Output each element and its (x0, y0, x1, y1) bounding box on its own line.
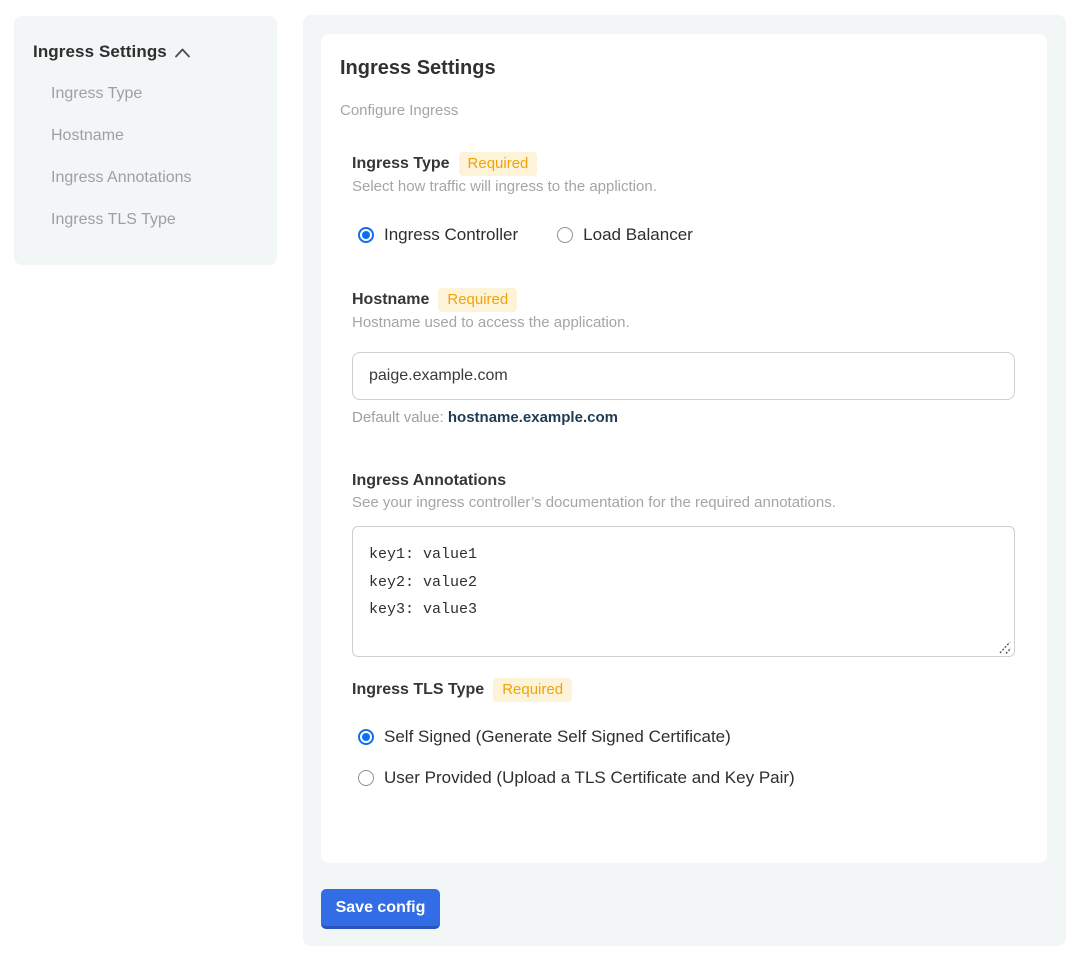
config-nav-sidebar: Ingress Settings Ingress Type Hostname I… (14, 16, 277, 265)
sidebar-item-ingress-type[interactable]: Ingress Type (33, 83, 258, 105)
hostname-label: Hostname (352, 291, 429, 309)
ingress-annotations-label-row: Ingress Annotations (352, 469, 506, 493)
radio-option-label: Ingress Controller (384, 225, 518, 245)
config-main-panel: Ingress Settings Configure Ingress Ingre… (303, 15, 1066, 946)
chevron-up-icon (175, 48, 190, 58)
sidebar-item-hostname[interactable]: Hostname (33, 125, 258, 147)
sidebar-group-title: Ingress Settings (33, 42, 167, 62)
radio-option-ingress-controller[interactable]: Ingress Controller (358, 225, 518, 245)
save-config-button[interactable]: Save config (321, 889, 440, 929)
radio-selected-icon[interactable] (358, 729, 374, 745)
ingress-annotations-label: Ingress Annotations (352, 472, 506, 490)
sidebar-item-ingress-tls-type[interactable]: Ingress TLS Type (33, 209, 258, 231)
ingress-type-radio-group: Ingress Controller Load Balancer (358, 224, 693, 245)
sidebar-item-ingress-annotations[interactable]: Ingress Annotations (33, 167, 258, 189)
default-value-prefix: Default value: (352, 409, 448, 426)
default-value-text: hostname.example.com (448, 409, 618, 426)
radio-option-label: Load Balancer (583, 225, 693, 245)
radio-unselected-icon[interactable] (557, 227, 573, 243)
radio-option-user-provided[interactable]: User Provided (Upload a TLS Certificate … (358, 768, 795, 788)
ingress-type-label: Ingress Type (352, 155, 450, 173)
radio-option-self-signed[interactable]: Self Signed (Generate Self Signed Certif… (358, 727, 731, 747)
hostname-description: Hostname used to access the application. (352, 313, 630, 333)
tls-radio-row-user-provided: User Provided (Upload a TLS Certificate … (358, 767, 795, 788)
hostname-input[interactable] (352, 352, 1015, 400)
tls-radio-row-self-signed: Self Signed (Generate Self Signed Certif… (358, 726, 731, 747)
ingress-annotations-textarea[interactable] (352, 526, 1015, 657)
page-subtitle: Configure Ingress (340, 101, 458, 121)
hostname-label-row: Hostname Required (352, 288, 517, 312)
radio-selected-icon[interactable] (358, 227, 374, 243)
hostname-required-badge: Required (438, 288, 517, 312)
ingress-type-description: Select how traffic will ingress to the a… (352, 177, 657, 197)
page-title: Ingress Settings (340, 57, 496, 80)
ingress-tls-type-required-badge: Required (493, 678, 572, 702)
ingress-annotations-description: See your ingress controller’s documentat… (352, 493, 836, 513)
ingress-type-label-row: Ingress Type Required (352, 152, 537, 176)
ingress-type-required-badge: Required (459, 152, 538, 176)
radio-option-load-balancer[interactable]: Load Balancer (557, 225, 693, 245)
config-card: Ingress Settings Configure Ingress Ingre… (321, 34, 1047, 863)
hostname-default-value-line: Default value: hostname.example.com (352, 408, 618, 428)
ingress-tls-type-label-row: Ingress TLS Type Required (352, 678, 572, 702)
sidebar-group-header[interactable]: Ingress Settings (33, 41, 258, 63)
radio-option-label: Self Signed (Generate Self Signed Certif… (384, 727, 731, 747)
textarea-resize-handle[interactable] (999, 641, 1012, 654)
radio-option-label: User Provided (Upload a TLS Certificate … (384, 768, 795, 788)
sidebar-item-list: Ingress Type Hostname Ingress Annotation… (33, 83, 258, 231)
ingress-tls-type-label: Ingress TLS Type (352, 681, 484, 699)
radio-unselected-icon[interactable] (358, 770, 374, 786)
